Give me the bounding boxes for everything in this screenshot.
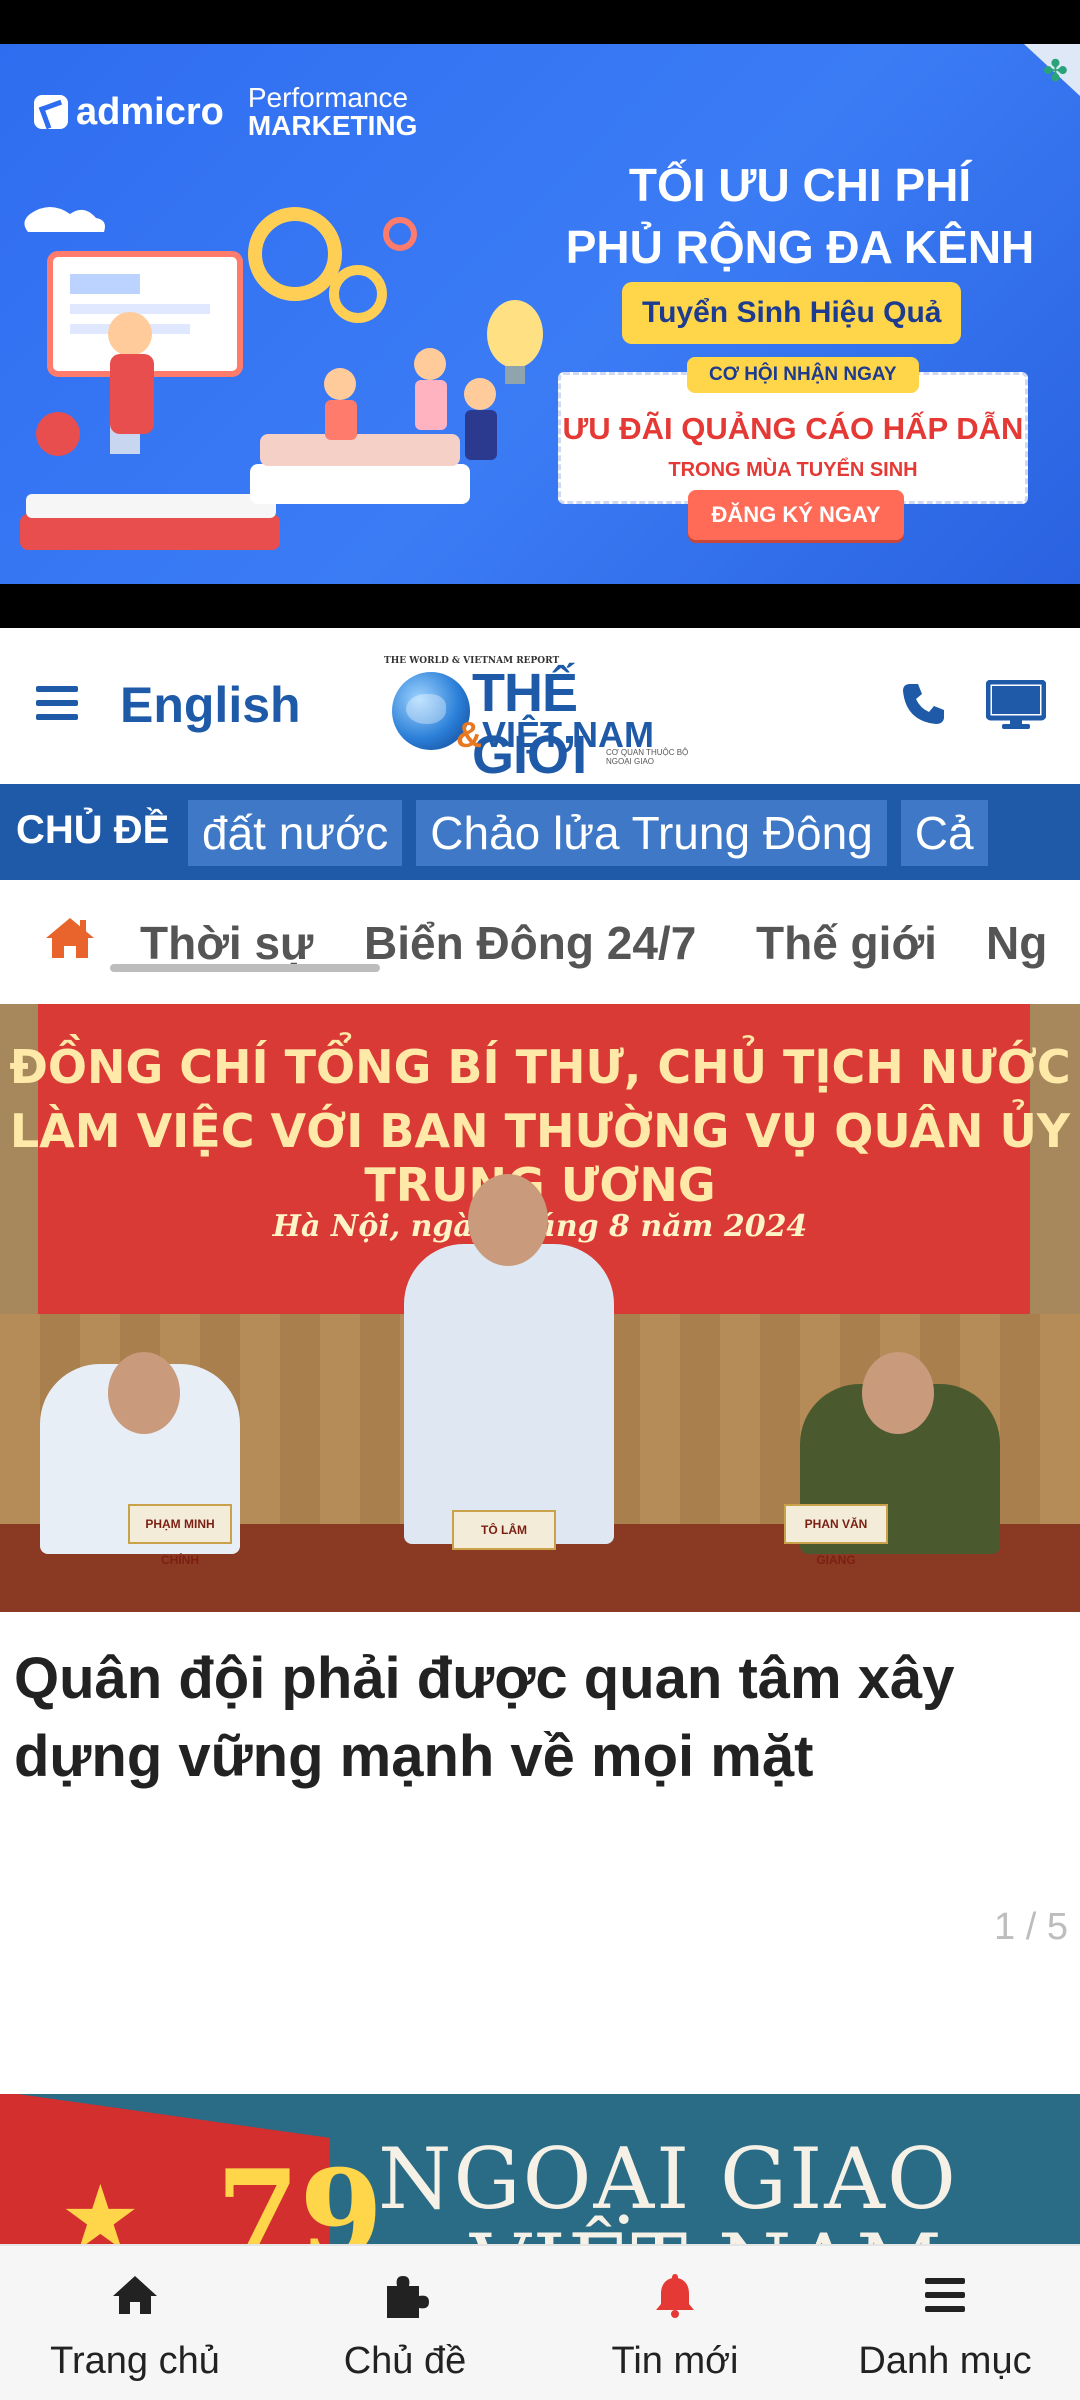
home-icon: [113, 2276, 157, 2314]
nav-new[interactable]: Tin mới: [540, 2246, 810, 2400]
topic-chip[interactable]: Cả: [900, 800, 988, 866]
hamburger-menu-icon[interactable]: [36, 686, 78, 720]
ad-offer-sub: TRONG MÙA TUYỂN SINH: [668, 459, 918, 481]
ad-illustration: [20, 207, 543, 550]
english-language-link[interactable]: English: [120, 676, 301, 734]
ad-headline: TỐI ƯU CHI PHÍ PHỦ RỘNG ĐA KÊNH: [540, 154, 1060, 278]
active-category-indicator: [110, 964, 380, 972]
hero-banner-line-1: ĐỒNG CHÍ TỔNG BÍ THƯ, CHỦ TỊCH NƯỚC: [9, 1040, 1071, 1094]
nav-topics[interactable]: Chủ đề: [270, 2246, 540, 2400]
ad-headline-line-2: PHỦ RỘNG ĐA KÊNH: [565, 221, 1035, 274]
admicro-wordmark: admicro: [76, 90, 224, 133]
site-logo[interactable]: THE WORLD & VIETNAM REPORT THẾ GIỚI &VIỆ…: [384, 656, 704, 785]
nav-categories[interactable]: Danh mục: [810, 2246, 1080, 2400]
home-icon[interactable]: [44, 916, 96, 960]
list-menu-icon: [925, 2278, 965, 2312]
ad-brand-logo: admicro Performance MARKETING: [34, 84, 417, 140]
bell-icon: [656, 2274, 694, 2318]
ad-choices-icon[interactable]: ✤: [1043, 54, 1068, 89]
category-the-gioi[interactable]: Thế giới: [756, 916, 937, 970]
category-thoi-su[interactable]: Thời sự: [140, 916, 313, 970]
topics-bar: CHỦ ĐỀ đất nước Chảo lửa Trung Đông Cả: [0, 784, 1080, 880]
performance-marketing-label: Performance MARKETING: [248, 84, 418, 140]
hero-head-center: [468, 1174, 548, 1266]
site-header: English THE WORLD & VIETNAM REPORT THẾ G…: [0, 628, 1080, 785]
banner-title-line-1: NGOẠI GIAO: [378, 2130, 958, 2228]
nav-home[interactable]: Trang chủ: [0, 2246, 270, 2400]
nav-new-label: Tin mới: [611, 2340, 739, 2382]
ad-headline-line-1: TỐI ƯU CHI PHÍ: [628, 159, 972, 211]
logo-subtitle: CƠ QUAN THUỘC BỘ NGOẠI GIAO: [606, 748, 689, 766]
topic-chip[interactable]: Chảo lửa Trung Đông: [416, 800, 887, 866]
logo-ampersand: &: [456, 714, 482, 755]
topics-list[interactable]: đất nước Chảo lửa Trung Đông Cả: [188, 800, 1000, 866]
ad-tagline: Tuyển Sinh Hiệu Quả: [622, 282, 962, 344]
nav-topics-label: Chủ đề: [343, 2340, 467, 2382]
category-bien-dong[interactable]: Biển Đông 24/7: [364, 916, 696, 970]
banner-title-line-2: VIỆT NAM: [470, 2216, 944, 2244]
nav-categories-label: Danh mục: [858, 2340, 1032, 2382]
performance-text: Performance: [247, 82, 409, 113]
hero-head-right: [862, 1352, 934, 1434]
nameplate-right: PHAN VĂN GIANG: [784, 1504, 888, 1567]
ad-bottom-strip: [0, 584, 1080, 628]
star-icon: ★: [60, 2166, 141, 2245]
ad-offer-card: CƠ HỘI NHẬN NGAY ƯU ĐÃI QUẢNG CÁO HẤP DẪ…: [558, 357, 1028, 504]
desktop-icon[interactable]: [986, 680, 1046, 730]
bottom-nav: Trang chủ Chủ đề Tin mới Danh mục: [0, 2244, 1080, 2400]
puzzle-icon: [387, 2276, 429, 2318]
slide-pager: 1 / 5: [994, 1906, 1068, 1948]
phone-icon[interactable]: [900, 680, 948, 728]
topics-label: CHỦ ĐỀ: [16, 808, 170, 852]
ad-offer-small: CƠ HỘI NHẬN NGAY: [687, 357, 919, 393]
nameplate-center: TÔ LÂM: [452, 1510, 556, 1550]
category-nav: Thời sự Biển Đông 24/7 Thế giới Ng: [0, 880, 1080, 1004]
ad-offer-main: ƯU ĐÃI QUẢNG CÁO HẤP DẪN: [562, 411, 1024, 446]
hero-image[interactable]: ĐỒNG CHÍ TỔNG BÍ THƯ, CHỦ TỊCH NƯỚC LÀM …: [0, 1004, 1080, 1612]
nav-home-label: Trang chủ: [50, 2340, 220, 2382]
marketing-text: MARKETING: [247, 110, 418, 141]
topic-chip[interactable]: đất nước: [188, 800, 403, 866]
admicro-mark-icon: [34, 95, 68, 129]
anniversary-number: 79: [216, 2144, 383, 2244]
ad-register-button[interactable]: ĐĂNG KÝ NGAY: [688, 490, 904, 540]
ad-banner[interactable]: ✤ admicro Performance MARKETING TỐI ƯU C…: [0, 44, 1080, 584]
status-bar: [0, 0, 1080, 44]
hero-head-left: [108, 1352, 180, 1434]
admicro-logo: admicro: [34, 91, 224, 134]
page: ✤ admicro Performance MARKETING TỐI ƯU C…: [0, 0, 1080, 2400]
diplomacy-banner[interactable]: ★ 79 NGOẠI GIAO VIỆT NAM: [0, 2094, 1080, 2244]
nameplate-left: PHẠM MINH CHÍNH: [128, 1504, 232, 1567]
category-partial[interactable]: Ng: [986, 916, 1047, 970]
hero-person-center: [404, 1244, 614, 1544]
article-headline[interactable]: Quân đội phải được quan tâm xây dựng vữn…: [14, 1640, 1054, 1797]
